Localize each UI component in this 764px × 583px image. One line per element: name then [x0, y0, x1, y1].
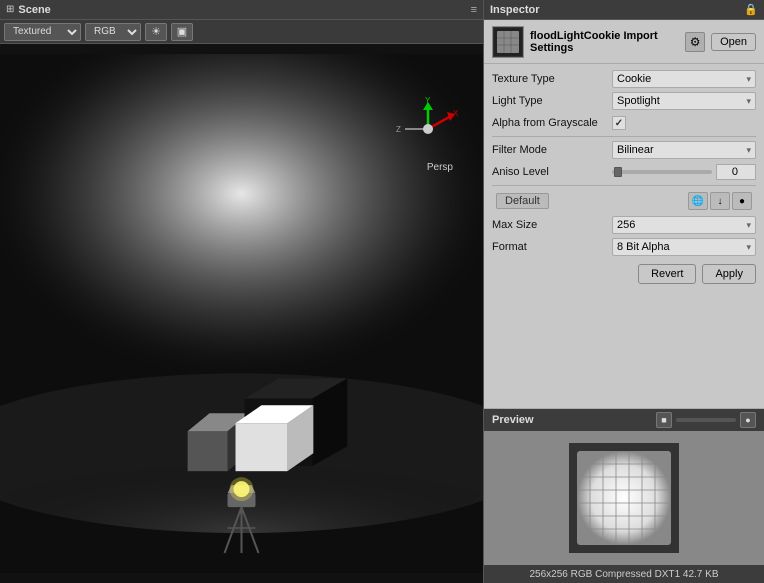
preview-color-btn[interactable]: ■	[656, 412, 672, 428]
apply-button[interactable]: Apply	[702, 264, 756, 284]
divider-1	[492, 136, 756, 137]
platform-label: Default	[496, 193, 549, 209]
open-button[interactable]: Open	[711, 33, 756, 51]
alpha-grayscale-label: Alpha from Grayscale	[492, 117, 612, 129]
asset-icon	[492, 26, 524, 58]
gizmo-svg: Y X Z	[393, 94, 463, 164]
filter-mode-value: Bilinear ▾	[612, 141, 756, 159]
filter-mode-dropdown[interactable]: Bilinear ▾	[612, 141, 756, 159]
preview-controls: ■ ●	[656, 412, 756, 428]
light-type-arrow: ▾	[746, 96, 751, 107]
texture-type-value: Cookie ▾	[612, 70, 756, 88]
download-button[interactable]: ↓	[710, 192, 730, 210]
format-arrow: ▾	[746, 242, 751, 253]
globe-button[interactable]: 🌐	[688, 192, 708, 210]
max-size-arrow: ▾	[746, 220, 751, 231]
light-type-dropdown[interactable]: Spotlight ▾	[612, 92, 756, 110]
inspector-panel: Inspector 🔒 floodLightCookie Import Sett…	[484, 0, 764, 583]
filter-mode-row: Filter Mode Bilinear ▾	[492, 141, 756, 159]
aniso-number-input[interactable]	[716, 164, 756, 180]
preview-body	[484, 431, 764, 565]
preview-title: Preview	[492, 414, 652, 426]
svg-text:X: X	[453, 109, 459, 118]
sun-btn[interactable]: ☀	[145, 23, 167, 41]
format-label: Format	[492, 241, 612, 253]
preview-canvas	[569, 443, 679, 553]
texture-type-label: Texture Type	[492, 73, 612, 85]
scene-title: Scene	[18, 4, 466, 16]
format-dropdown[interactable]: 8 Bit Alpha ▾	[612, 238, 756, 256]
max-size-dropdown[interactable]: 256 ▾	[612, 216, 756, 234]
texture-type-arrow: ▾	[746, 74, 751, 85]
asset-thumbnail	[494, 28, 522, 56]
light-type-row: Light Type Spotlight ▾	[492, 92, 756, 110]
light-type-label: Light Type	[492, 95, 612, 107]
circle-button[interactable]: ●	[732, 192, 752, 210]
light-type-value: Spotlight ▾	[612, 92, 756, 110]
format-value: 8 Bit Alpha ▾	[612, 238, 756, 256]
aniso-slider-thumb[interactable]	[614, 167, 622, 177]
aniso-level-label: Aniso Level	[492, 166, 612, 178]
cookie-preview-svg	[569, 443, 679, 553]
scene-titlebar: ⊞ Scene ≡	[0, 0, 483, 20]
image-btn[interactable]: ▣	[171, 23, 193, 41]
preview-slider[interactable]	[676, 418, 736, 422]
format-row: Format 8 Bit Alpha ▾	[492, 238, 756, 256]
texture-type-row: Texture Type Cookie ▾	[492, 70, 756, 88]
lock-icon[interactable]: 🔒	[744, 3, 758, 16]
color-mode-dropdown[interactable]: RGB Alpha	[85, 23, 141, 41]
preview-header: Preview ■ ●	[484, 409, 764, 431]
gear-button[interactable]: ⚙	[685, 32, 705, 52]
platform-bar: Default 🌐 ↓ ●	[492, 190, 756, 212]
scene-menu-icon: ≡	[471, 4, 477, 16]
aniso-level-row: Aniso Level	[492, 163, 756, 181]
aniso-slider-track[interactable]	[612, 170, 712, 174]
preview-panel: Preview ■ ●	[484, 408, 764, 583]
view-mode-dropdown[interactable]: Textured Wireframe Shaded	[4, 23, 81, 41]
scene-toolbar: Textured Wireframe Shaded RGB Alpha ☀ ▣	[0, 20, 483, 44]
inspector-title: Inspector	[490, 4, 740, 16]
inspector-body: Texture Type Cookie ▾ Light Type Spotlig…	[484, 64, 764, 408]
max-size-row: Max Size 256 ▾	[492, 216, 756, 234]
aniso-level-value	[612, 164, 756, 180]
scene-viewport[interactable]: Y X Z Persp	[0, 44, 483, 583]
inspector-header: floodLightCookie Import Settings ⚙ Open	[484, 20, 764, 64]
inspector-titlebar: Inspector 🔒	[484, 0, 764, 20]
revert-button[interactable]: Revert	[638, 264, 696, 284]
asset-name: floodLightCookie Import Settings	[530, 30, 679, 54]
asset-title-area: floodLightCookie Import Settings	[530, 30, 679, 54]
texture-type-dropdown[interactable]: Cookie ▾	[612, 70, 756, 88]
preview-info: 256x256 RGB Compressed DXT1 42.7 KB	[530, 569, 719, 580]
alpha-grayscale-row: Alpha from Grayscale ✓	[492, 114, 756, 132]
preview-footer: 256x256 RGB Compressed DXT1 42.7 KB	[484, 565, 764, 583]
alpha-grayscale-checkbox[interactable]: ✓	[612, 116, 626, 130]
max-size-label: Max Size	[492, 219, 612, 231]
max-size-value: 256 ▾	[612, 216, 756, 234]
persp-label: Persp	[427, 162, 453, 173]
svg-text:Y: Y	[425, 96, 431, 105]
filter-mode-label: Filter Mode	[492, 144, 612, 156]
divider-2	[492, 185, 756, 186]
checkbox-check: ✓	[615, 118, 623, 129]
alpha-grayscale-value: ✓	[612, 116, 756, 130]
filter-mode-arrow: ▾	[746, 145, 751, 156]
svg-text:Z: Z	[396, 125, 401, 134]
scene-panel: ⊞ Scene ≡ Textured Wireframe Shaded RGB …	[0, 0, 484, 583]
gizmo-container[interactable]: Y X Z	[393, 94, 463, 164]
scene-grid-icon: ⊞	[6, 4, 14, 15]
platform-icons: 🌐 ↓ ●	[688, 192, 752, 210]
action-buttons: Revert Apply	[492, 260, 756, 288]
preview-dot-btn[interactable]: ●	[740, 412, 756, 428]
